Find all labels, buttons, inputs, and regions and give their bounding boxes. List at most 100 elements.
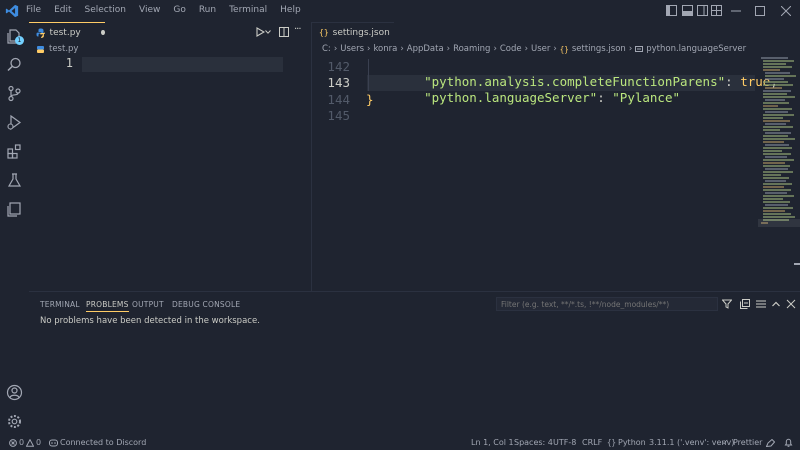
indentation[interactable]: Spaces: 4 bbox=[514, 438, 553, 447]
explorer-badge: 1 bbox=[15, 36, 24, 45]
bottom-panel: TERMINAL PROBLEMS OUTPUT DEBUG CONSOLE N… bbox=[29, 291, 800, 436]
left-tab-strip: test.py ··· bbox=[29, 22, 311, 42]
feedback-icon[interactable] bbox=[766, 439, 775, 447]
search-button[interactable] bbox=[6, 56, 23, 73]
close-window-button[interactable] bbox=[780, 5, 792, 17]
account-icon bbox=[6, 384, 23, 401]
toggle-panel-icon[interactable] bbox=[682, 5, 693, 16]
view-as-tree-icon[interactable] bbox=[756, 299, 766, 309]
breadcrumb-konra[interactable]: konra bbox=[373, 44, 397, 54]
tab-terminal[interactable]: TERMINAL bbox=[40, 300, 80, 309]
problems-filter-input[interactable] bbox=[496, 297, 718, 311]
run-debug-button[interactable] bbox=[6, 114, 23, 131]
vscode-logo-icon bbox=[5, 4, 19, 18]
line-number: 142 bbox=[327, 59, 350, 74]
run-python-file-icon[interactable] bbox=[255, 27, 265, 37]
run-debug-icon bbox=[7, 114, 22, 131]
breadcrumb-language-server[interactable]: python.languageServer bbox=[646, 44, 746, 54]
line-number: 1 bbox=[65, 56, 73, 70]
extensions-icon bbox=[7, 144, 21, 159]
menu-go[interactable]: Go bbox=[173, 5, 185, 15]
breadcrumb-user[interactable]: User bbox=[531, 44, 550, 54]
toggle-secondary-sidebar-icon[interactable] bbox=[697, 5, 708, 16]
maximize-button[interactable] bbox=[754, 5, 766, 17]
menu-view[interactable]: View bbox=[139, 5, 160, 15]
breadcrumb-drive[interactable]: C: bbox=[322, 44, 331, 54]
tab-output[interactable]: OUTPUT bbox=[132, 300, 164, 309]
line-number-active: 143 bbox=[327, 75, 350, 90]
indent-guide bbox=[368, 59, 369, 91]
search-icon bbox=[7, 57, 21, 72]
breadcrumb-users[interactable]: Users bbox=[340, 44, 364, 54]
customize-layout-icon[interactable] bbox=[711, 5, 722, 16]
cursor-position[interactable]: Ln 1, Col 1 bbox=[471, 438, 514, 447]
breadcrumb-chevron-icon: › bbox=[400, 44, 404, 54]
unsaved-dot-icon[interactable] bbox=[100, 30, 105, 35]
tab-test-py[interactable]: test.py bbox=[29, 22, 105, 42]
testing-button[interactable] bbox=[6, 172, 23, 189]
menu-edit[interactable]: Edit bbox=[54, 5, 71, 15]
source-control-button[interactable] bbox=[6, 85, 23, 102]
minimap-code-preview bbox=[758, 57, 800, 227]
json-file-icon: {} bbox=[559, 44, 569, 54]
json-colon: : bbox=[597, 90, 613, 105]
collapse-all-icon[interactable] bbox=[740, 299, 750, 309]
breadcrumb-settings-json[interactable]: settings.json bbox=[572, 44, 626, 54]
language-mode[interactable]: Python bbox=[618, 438, 646, 447]
breadcrumb-chevron-icon: › bbox=[446, 44, 451, 54]
breadcrumb-roaming[interactable]: Roaming bbox=[453, 44, 490, 54]
notifications-bell-icon[interactable] bbox=[784, 438, 793, 447]
accounts-button[interactable] bbox=[6, 384, 23, 401]
right-breadcrumb: C: › Users › konra › AppData › Roaming ›… bbox=[322, 42, 792, 56]
remote-explorer-button[interactable] bbox=[6, 201, 23, 218]
breadcrumb-chevron-icon: › bbox=[553, 44, 557, 54]
gear-icon bbox=[8, 415, 21, 428]
tab-test-py-label: test.py bbox=[49, 27, 81, 38]
warning-count[interactable]: 0 bbox=[36, 438, 41, 447]
json-file-icon: {} bbox=[319, 28, 329, 37]
tab-settings-json-label: settings.json bbox=[332, 27, 390, 38]
end-of-line[interactable]: CRLF bbox=[582, 438, 602, 447]
scrollbar-thumb[interactable] bbox=[794, 263, 800, 265]
json-colon: : bbox=[725, 74, 741, 89]
filter-icon[interactable] bbox=[722, 299, 732, 309]
menu-run[interactable]: Run bbox=[199, 5, 216, 15]
menu-file[interactable]: File bbox=[26, 5, 41, 15]
tab-debug-console[interactable]: DEBUG CONSOLE bbox=[172, 300, 240, 309]
breadcrumb-chevron-icon: › bbox=[524, 44, 529, 54]
property-icon bbox=[635, 46, 644, 52]
run-dropdown-chevron-icon[interactable] bbox=[265, 29, 271, 35]
braces-icon: {} bbox=[607, 438, 617, 447]
breadcrumb-code[interactable]: Code bbox=[500, 44, 522, 54]
error-icon[interactable] bbox=[9, 439, 17, 447]
manage-button[interactable] bbox=[6, 413, 23, 430]
right-editor[interactable]: 142 143 144 145 "python.analysis.complet… bbox=[312, 56, 800, 291]
minimap[interactable] bbox=[758, 56, 800, 231]
breadcrumb-chevron-icon: › bbox=[367, 44, 371, 54]
toggle-primary-sidebar-icon[interactable] bbox=[666, 5, 677, 16]
minimize-button[interactable] bbox=[730, 5, 742, 17]
menu-selection[interactable]: Selection bbox=[85, 5, 126, 15]
more-actions-icon[interactable]: ··· bbox=[294, 24, 301, 35]
tab-problems[interactable]: PROBLEMS bbox=[86, 300, 129, 312]
source-control-icon bbox=[8, 85, 21, 102]
discord-status[interactable]: Connected to Discord bbox=[60, 438, 146, 447]
warning-icon[interactable] bbox=[26, 439, 34, 447]
tab-settings-json[interactable]: {} settings.json bbox=[312, 22, 394, 42]
menu-help[interactable]: Help bbox=[280, 5, 301, 15]
breadcrumb-test-py[interactable]: test.py bbox=[49, 44, 78, 54]
encoding[interactable]: UTF-8 bbox=[553, 438, 576, 447]
beaker-icon bbox=[7, 173, 22, 187]
prettier-status[interactable]: Prettier bbox=[733, 438, 762, 447]
discord-icon bbox=[49, 439, 58, 447]
breadcrumb-appdata[interactable]: AppData bbox=[407, 44, 444, 54]
left-editor[interactable]: 1 bbox=[29, 56, 311, 291]
problems-message: No problems have been detected in the wo… bbox=[40, 316, 260, 326]
breadcrumb-chevron-icon: › bbox=[333, 44, 338, 54]
extensions-button[interactable] bbox=[6, 143, 23, 160]
close-panel-icon[interactable] bbox=[786, 299, 796, 309]
split-editor-icon[interactable] bbox=[279, 27, 289, 37]
error-count[interactable]: 0 bbox=[19, 438, 24, 447]
maximize-panel-icon[interactable] bbox=[771, 299, 781, 309]
menu-terminal[interactable]: Terminal bbox=[229, 5, 267, 15]
